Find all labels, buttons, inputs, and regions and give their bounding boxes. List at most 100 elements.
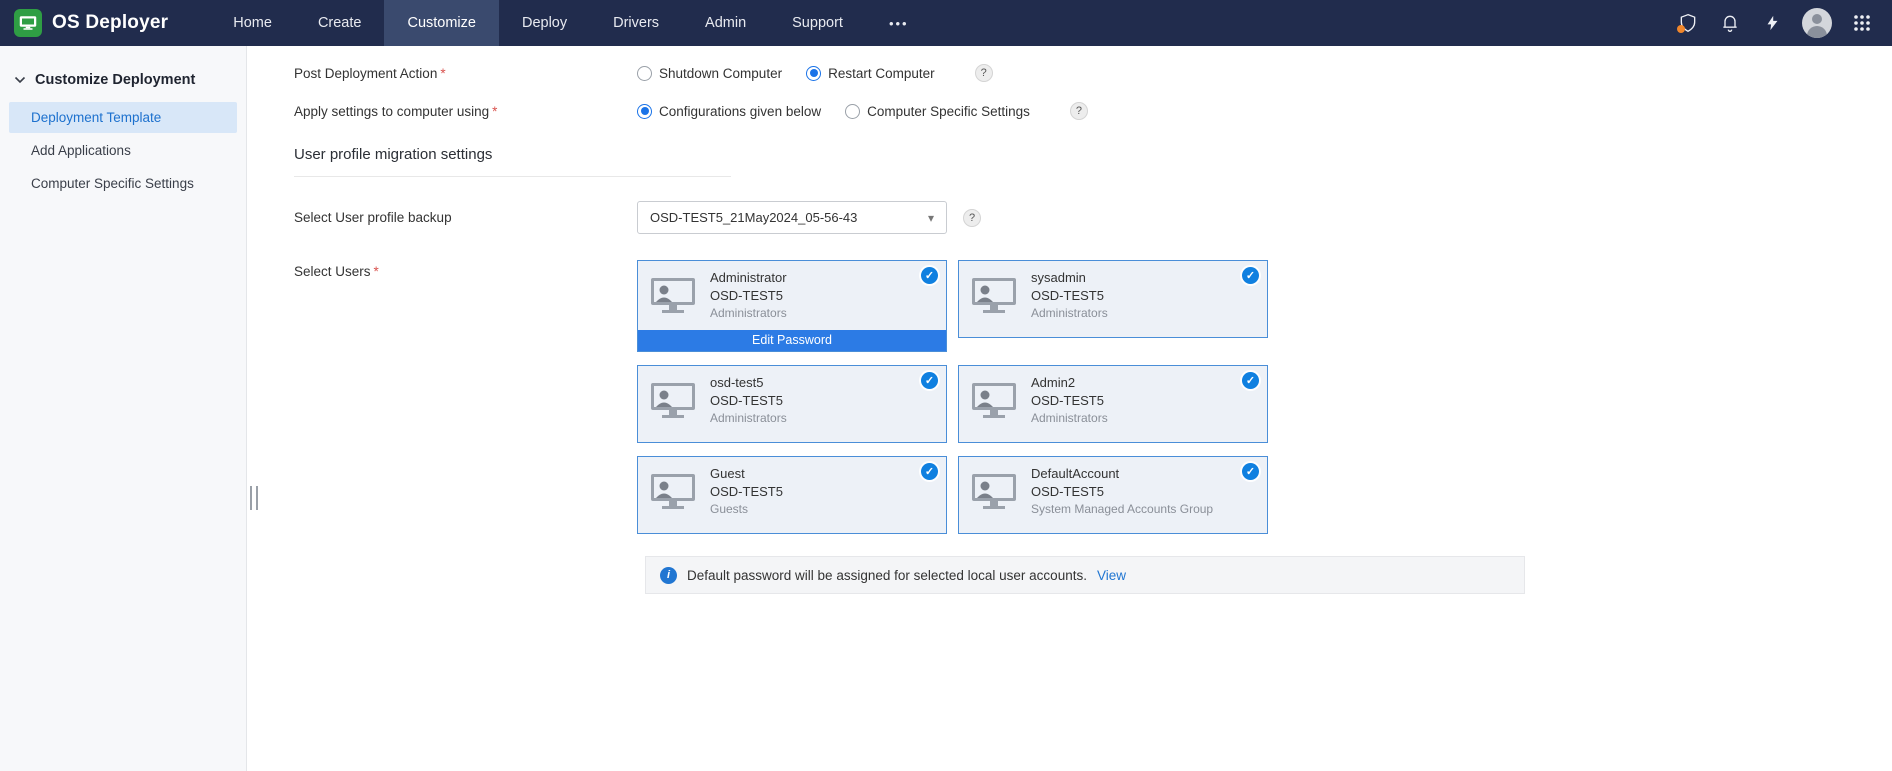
radio-shutdown-computer[interactable]: Shutdown Computer	[637, 66, 782, 81]
user-group: Administrators	[1031, 305, 1108, 322]
user-name: Admin2	[1031, 374, 1108, 392]
user-name: Administrator	[710, 269, 787, 287]
user-group: Guests	[710, 501, 783, 518]
section-title-user-profile-migration: User profile migration settings	[294, 146, 731, 177]
user-computer-icon	[650, 277, 696, 315]
required-asterisk: *	[440, 66, 445, 81]
user-card-admin2[interactable]: Admin2 OSD-TEST5 Administrators ✓	[958, 365, 1268, 443]
user-computer: OSD-TEST5	[710, 392, 787, 410]
nav-home[interactable]: Home	[210, 0, 295, 46]
check-icon[interactable]: ✓	[921, 372, 938, 389]
user-computer: OSD-TEST5	[710, 287, 787, 305]
nav-more-icon[interactable]: •••	[866, 0, 932, 46]
post-deployment-action-label: Post Deployment Action*	[294, 66, 637, 81]
help-icon[interactable]: ?	[1070, 102, 1088, 120]
select-value: OSD-TEST5_21May2024_05-56-43	[650, 210, 857, 225]
sidebar-item-computer-specific-settings[interactable]: Computer Specific Settings	[9, 168, 237, 199]
nav-create[interactable]: Create	[295, 0, 385, 46]
notice-text: Default password will be assigned for se…	[687, 568, 1087, 583]
app-title: OS Deployer	[52, 12, 168, 34]
view-link[interactable]: View	[1097, 568, 1126, 583]
check-icon[interactable]: ✓	[1242, 463, 1259, 480]
user-computer-icon	[971, 277, 1017, 315]
check-icon[interactable]: ✓	[921, 463, 938, 480]
dropdown-caret-icon: ▾	[928, 211, 934, 225]
radio-computer-specific-settings[interactable]: Computer Specific Settings	[845, 104, 1030, 119]
sidebar-header-label: Customize Deployment	[35, 72, 195, 88]
radio-icon-selected[interactable]	[637, 104, 652, 119]
sidebar-resize-handle[interactable]	[250, 486, 258, 510]
nav-support[interactable]: Support	[769, 0, 866, 46]
check-icon[interactable]: ✓	[1242, 372, 1259, 389]
user-group: System Managed Accounts Group	[1031, 501, 1213, 518]
main-panel: Post Deployment Action* Shutdown Compute…	[247, 46, 1892, 771]
user-card-administrator[interactable]: Administrator OSD-TEST5 Administrators ✓…	[637, 260, 947, 352]
check-icon[interactable]: ✓	[1242, 267, 1259, 284]
user-name: Guest	[710, 465, 783, 483]
required-asterisk: *	[374, 264, 379, 279]
user-group: Administrators	[1031, 410, 1108, 427]
apps-grid-icon[interactable]	[1850, 11, 1874, 35]
notification-bell-icon[interactable]	[1718, 11, 1742, 35]
user-group: Administrators	[710, 305, 787, 322]
apply-settings-options: Configurations given below Computer Spec…	[637, 102, 1088, 120]
radio-icon[interactable]	[637, 66, 652, 81]
avatar-head	[1812, 14, 1822, 24]
help-icon[interactable]: ?	[975, 64, 993, 82]
default-password-notice: i Default password will be assigned for …	[645, 556, 1525, 594]
top-navbar: OS Deployer Home Create Customize Deploy…	[0, 0, 1892, 46]
user-profile-backup-row: Select User profile backup OSD-TEST5_21M…	[294, 201, 1892, 234]
user-avatar[interactable]	[1802, 8, 1832, 38]
check-icon[interactable]: ✓	[921, 267, 938, 284]
nav-deploy[interactable]: Deploy	[499, 0, 590, 46]
user-computer-icon	[971, 473, 1017, 511]
sidebar-item-add-applications[interactable]: Add Applications	[9, 135, 237, 166]
content-area: Customize Deployment Deployment Template…	[0, 46, 1892, 771]
select-users-row: Select Users*	[294, 260, 1892, 534]
shield-badge-icon[interactable]	[1676, 11, 1700, 35]
required-asterisk: *	[492, 104, 497, 119]
topbar-actions	[1676, 8, 1874, 38]
user-name: DefaultAccount	[1031, 465, 1213, 483]
help-icon[interactable]: ?	[963, 209, 981, 227]
user-profile-backup-select[interactable]: OSD-TEST5_21May2024_05-56-43 ▾	[637, 201, 947, 234]
info-icon: i	[660, 567, 677, 584]
nav-drivers[interactable]: Drivers	[590, 0, 682, 46]
notification-dot	[1677, 25, 1685, 33]
radio-icon[interactable]	[845, 104, 860, 119]
app-logo-icon	[14, 9, 42, 37]
user-computer: OSD-TEST5	[1031, 483, 1213, 501]
app-window: OS Deployer Home Create Customize Deploy…	[0, 0, 1892, 771]
user-cards-grid: Administrator OSD-TEST5 Administrators ✓…	[637, 260, 1268, 534]
user-card-osd-test5[interactable]: osd-test5 OSD-TEST5 Administrators ✓	[637, 365, 947, 443]
nav-customize[interactable]: Customize	[384, 0, 499, 46]
user-name: sysadmin	[1031, 269, 1108, 287]
user-computer: OSD-TEST5	[1031, 287, 1108, 305]
user-group: Administrators	[710, 410, 787, 427]
user-card-sysadmin[interactable]: sysadmin OSD-TEST5 Administrators ✓	[958, 260, 1268, 338]
select-users-label: Select Users*	[294, 260, 637, 279]
user-card-defaultaccount[interactable]: DefaultAccount OSD-TEST5 System Managed …	[958, 456, 1268, 534]
user-computer-icon	[650, 382, 696, 420]
sidebar-section-customize-deployment[interactable]: Customize Deployment	[0, 62, 246, 100]
apply-settings-label: Apply settings to computer using*	[294, 104, 637, 119]
user-computer: OSD-TEST5	[710, 483, 783, 501]
radio-configurations-given-below[interactable]: Configurations given below	[637, 104, 821, 119]
chevron-down-icon	[14, 76, 26, 84]
main-nav: Home Create Customize Deploy Drivers Adm…	[210, 0, 931, 46]
radio-icon-selected[interactable]	[806, 66, 821, 81]
user-card-guest[interactable]: Guest OSD-TEST5 Guests ✓	[637, 456, 947, 534]
user-computer-icon	[650, 473, 696, 511]
sidebar-item-deployment-template[interactable]: Deployment Template	[9, 102, 237, 133]
flash-icon[interactable]	[1760, 11, 1784, 35]
edit-password-button[interactable]: Edit Password	[638, 330, 946, 351]
post-deployment-options: Shutdown Computer Restart Computer ?	[637, 64, 993, 82]
user-computer: OSD-TEST5	[1031, 392, 1108, 410]
user-computer-icon	[971, 382, 1017, 420]
radio-restart-computer[interactable]: Restart Computer	[806, 66, 935, 81]
avatar-body	[1807, 26, 1827, 38]
nav-admin[interactable]: Admin	[682, 0, 769, 46]
user-profile-backup-label: Select User profile backup	[294, 210, 637, 225]
sidebar: Customize Deployment Deployment Template…	[0, 46, 247, 771]
brand[interactable]: OS Deployer	[14, 9, 168, 37]
